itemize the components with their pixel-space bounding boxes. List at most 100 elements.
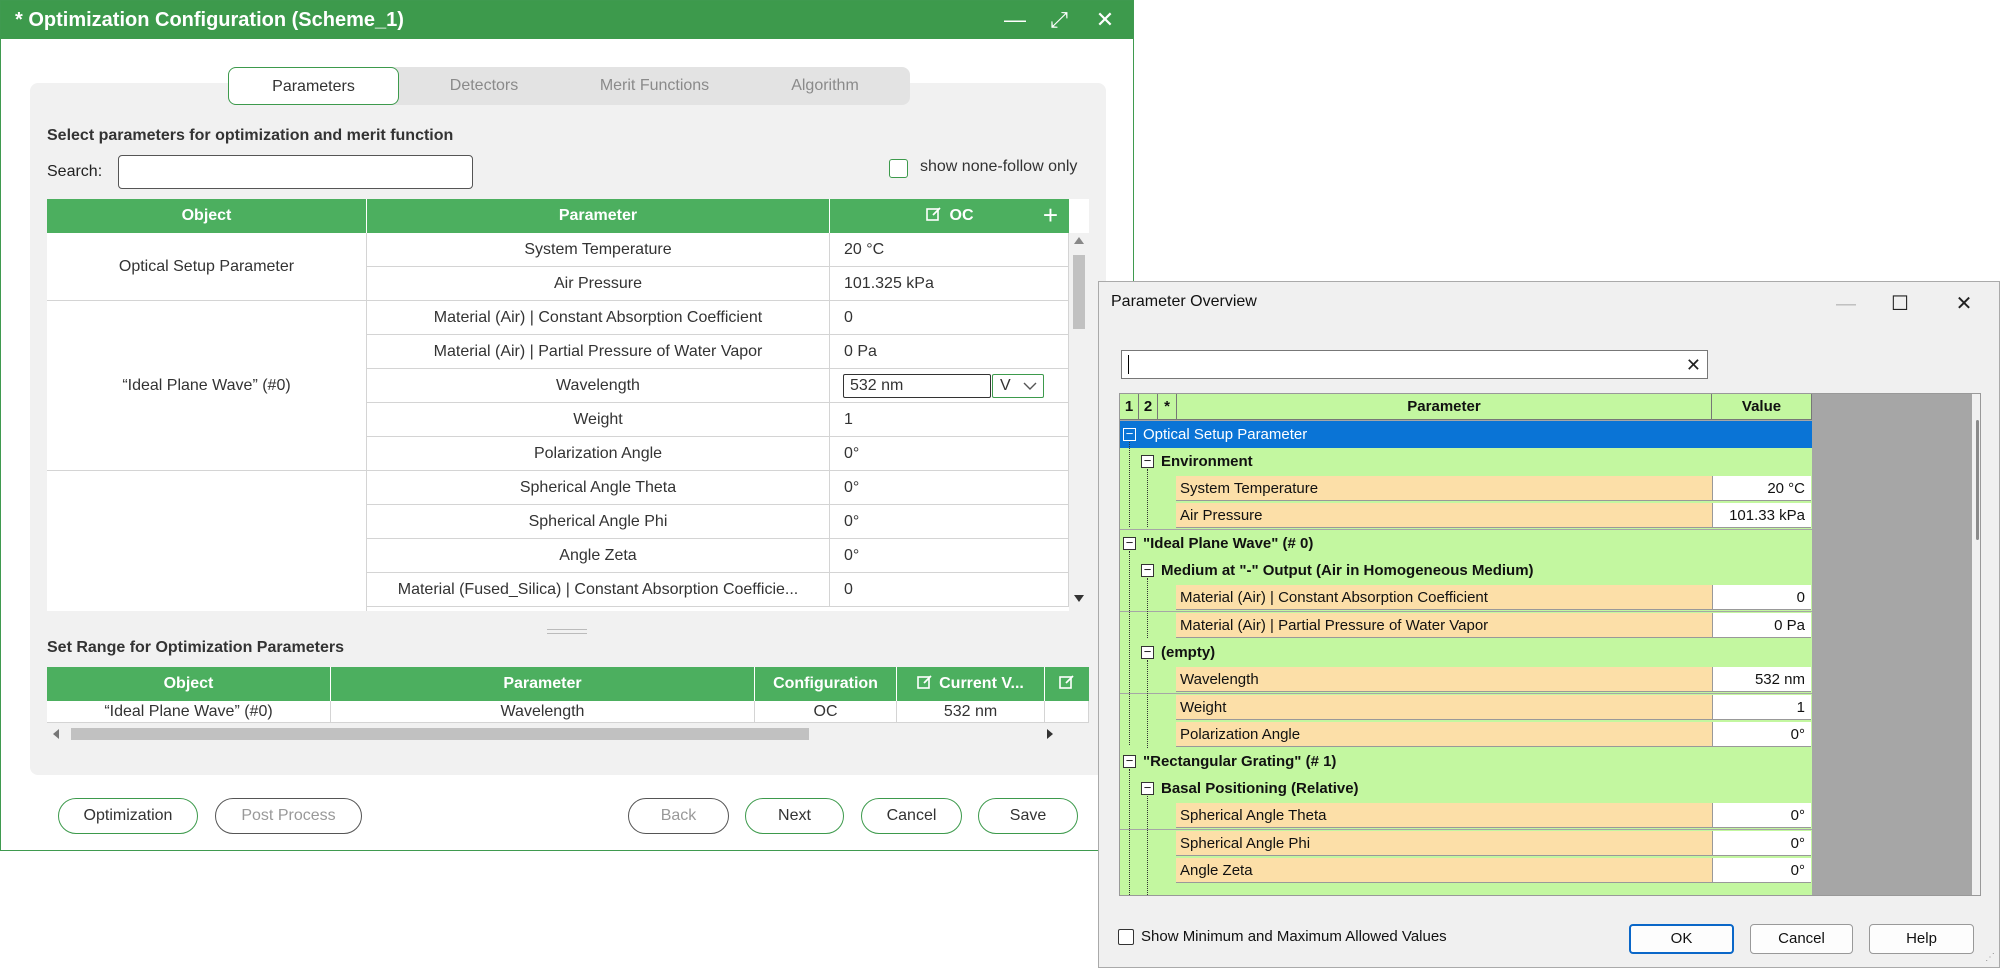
parameter-cell[interactable]: Material (Air) | Constant Absorption Coe…: [367, 301, 830, 335]
add-configuration-icon[interactable]: +: [1032, 199, 1069, 233]
mode-dropdown[interactable]: V: [992, 374, 1044, 398]
value-cell[interactable]: 0: [830, 301, 1069, 335]
tree-row-air-pressure[interactable]: Air Pressure 101.33 kPa: [1120, 502, 1812, 529]
cancel-button[interactable]: Cancel: [1750, 924, 1853, 954]
optimization-button[interactable]: Optimization: [58, 798, 198, 834]
scroll-thumb[interactable]: [71, 728, 809, 740]
tree-row-rectangular-grating[interactable]: − "Rectangular Grating" (# 1): [1120, 748, 1812, 775]
range-current-value-cell[interactable]: 532 nm: [897, 701, 1045, 723]
collapse-icon[interactable]: −: [1123, 536, 1136, 550]
parameter-cell[interactable]: Angle Zeta: [367, 539, 830, 573]
tab-algorithm[interactable]: Algorithm: [740, 67, 910, 105]
value-cell[interactable]: 0°: [830, 539, 1069, 573]
tree-row-value[interactable]: 0°: [1712, 858, 1811, 883]
parameter-cell[interactable]: Wavelength: [367, 369, 830, 403]
collapse-icon[interactable]: −: [1141, 781, 1154, 795]
minimize-icon[interactable]: —: [1822, 284, 1870, 324]
splitter-handle[interactable]: [547, 629, 587, 634]
ok-button[interactable]: OK: [1629, 924, 1734, 954]
range-object-cell[interactable]: “Ideal Plane Wave” (#0): [47, 701, 331, 723]
value-cell[interactable]: 0: [830, 573, 1069, 607]
maximize-icon[interactable]: ⤢: [1043, 5, 1075, 35]
parameter-cell[interactable]: Air Pressure: [367, 267, 830, 301]
tree-row-ideal-plane-wave[interactable]: − "Ideal Plane Wave" (# 0): [1120, 530, 1812, 557]
close-icon[interactable]: ✕: [1940, 284, 1988, 324]
collapse-icon[interactable]: −: [1141, 454, 1154, 468]
value-cell[interactable]: 20 °C: [830, 233, 1069, 267]
value-cell[interactable]: 0°: [830, 505, 1069, 539]
tree-row-value[interactable]: 0: [1712, 585, 1811, 610]
clear-search-icon[interactable]: ✕: [1686, 353, 1701, 377]
tree-row-system-temperature[interactable]: System Temperature 20 °C: [1120, 475, 1812, 502]
value-cell[interactable]: 1: [830, 403, 1069, 437]
tab-detectors[interactable]: Detectors: [399, 67, 569, 105]
collapse-icon[interactable]: −: [1123, 754, 1136, 768]
tree-row-environment[interactable]: − Environment: [1120, 448, 1812, 475]
value-cell[interactable]: 0°: [830, 471, 1069, 505]
next-button[interactable]: Next: [745, 798, 844, 834]
show-none-follow-checkbox[interactable]: [889, 159, 908, 178]
value-cell[interactable]: 0 Pa: [830, 335, 1069, 369]
edit-icon[interactable]: [1059, 674, 1075, 690]
show-minmax-checkbox[interactable]: [1118, 929, 1134, 945]
scroll-left-icon[interactable]: [53, 729, 59, 739]
tree-row-polarization-angle[interactable]: Polarization Angle 0°: [1120, 721, 1812, 748]
back-button[interactable]: Back: [628, 798, 729, 834]
parameter-cell[interactable]: System Temperature: [367, 233, 830, 267]
collapse-icon[interactable]: −: [1141, 563, 1154, 577]
tree-row-value[interactable]: 0 Pa: [1712, 613, 1811, 638]
tree-row-air-absorption[interactable]: Material (Air) | Constant Absorption Coe…: [1120, 584, 1812, 611]
tree-row-value[interactable]: 0°: [1712, 803, 1811, 828]
tree-row-value[interactable]: 0°: [1712, 831, 1811, 856]
tree-row-empty[interactable]: − (empty): [1120, 639, 1812, 666]
value-cell[interactable]: 101.325 kPa: [830, 267, 1069, 301]
range-configuration-cell[interactable]: OC: [755, 701, 897, 723]
tree-row-value[interactable]: 101.33 kPa: [1712, 503, 1811, 528]
tree-row-value[interactable]: 0°: [1712, 722, 1811, 747]
value-cell[interactable]: 0°: [830, 437, 1069, 471]
tree-row-medium-output[interactable]: − Medium at "-" Output (Air in Homogeneo…: [1120, 557, 1812, 584]
scroll-thumb[interactable]: [1976, 420, 1979, 540]
tree-vertical-scrollbar[interactable]: [1972, 394, 1980, 895]
parameter-cell[interactable]: Weight: [367, 403, 830, 437]
parameter-cell[interactable]: Material (Air) | Partial Pressure of Wat…: [367, 335, 830, 369]
scroll-down-icon[interactable]: [1074, 595, 1084, 602]
tree-row-angle-zeta[interactable]: Angle Zeta 0°: [1120, 857, 1812, 884]
parameter-cell[interactable]: Material (Fused_Silica) | Constant Absor…: [367, 573, 830, 607]
range-parameter-cell[interactable]: Wavelength: [331, 701, 755, 723]
search-input[interactable]: [118, 155, 473, 189]
tree-row-water-vapor[interactable]: Material (Air) | Partial Pressure of Wat…: [1120, 612, 1812, 639]
tree-row-value[interactable]: 20 °C: [1712, 476, 1811, 501]
post-process-button[interactable]: Post Process: [215, 798, 362, 834]
tree-row-wavelength[interactable]: Wavelength 532 nm: [1120, 666, 1812, 693]
collapse-icon[interactable]: −: [1123, 427, 1136, 441]
parameter-cell[interactable]: Spherical Angle Theta: [367, 471, 830, 505]
parameter-cell[interactable]: Spherical Angle Phi: [367, 505, 830, 539]
save-button[interactable]: Save: [978, 798, 1078, 834]
tree-row-weight[interactable]: Weight 1: [1120, 694, 1812, 721]
tree-row-basal-positioning[interactable]: − Basal Positioning (Relative): [1120, 775, 1812, 802]
maximize-icon[interactable]: ☐: [1876, 284, 1924, 324]
scroll-thumb[interactable]: [1073, 255, 1085, 329]
wavelength-value-input[interactable]: 532 nm: [843, 374, 991, 398]
tab-merit-functions[interactable]: Merit Functions: [569, 67, 740, 105]
range-horizontal-scrollbar[interactable]: [47, 723, 1089, 745]
parameter-cell[interactable]: Polarization Angle: [367, 437, 830, 471]
edit-icon[interactable]: [925, 199, 942, 233]
close-icon[interactable]: ✕: [1089, 5, 1121, 35]
cancel-button[interactable]: Cancel: [861, 798, 962, 834]
overview-search-input[interactable]: ✕: [1121, 350, 1708, 379]
table-vertical-scrollbar[interactable]: [1069, 233, 1089, 611]
minimize-icon[interactable]: —: [999, 5, 1031, 35]
tree-row-optical-setup[interactable]: − Optical Setup Parameter: [1120, 421, 1812, 448]
tree-row-spherical-theta[interactable]: Spherical Angle Theta 0°: [1120, 802, 1812, 829]
resize-grip-icon[interactable]: ⋰: [1985, 952, 1995, 963]
tab-parameters[interactable]: Parameters: [228, 67, 399, 105]
scroll-up-icon[interactable]: [1074, 237, 1084, 244]
scroll-right-icon[interactable]: [1047, 729, 1053, 739]
collapse-icon[interactable]: −: [1141, 645, 1154, 659]
edit-icon[interactable]: [917, 674, 933, 690]
tree-row-value[interactable]: 1: [1712, 695, 1811, 720]
help-button[interactable]: Help: [1869, 924, 1974, 954]
tree-row-spherical-phi[interactable]: Spherical Angle Phi 0°: [1120, 830, 1812, 857]
